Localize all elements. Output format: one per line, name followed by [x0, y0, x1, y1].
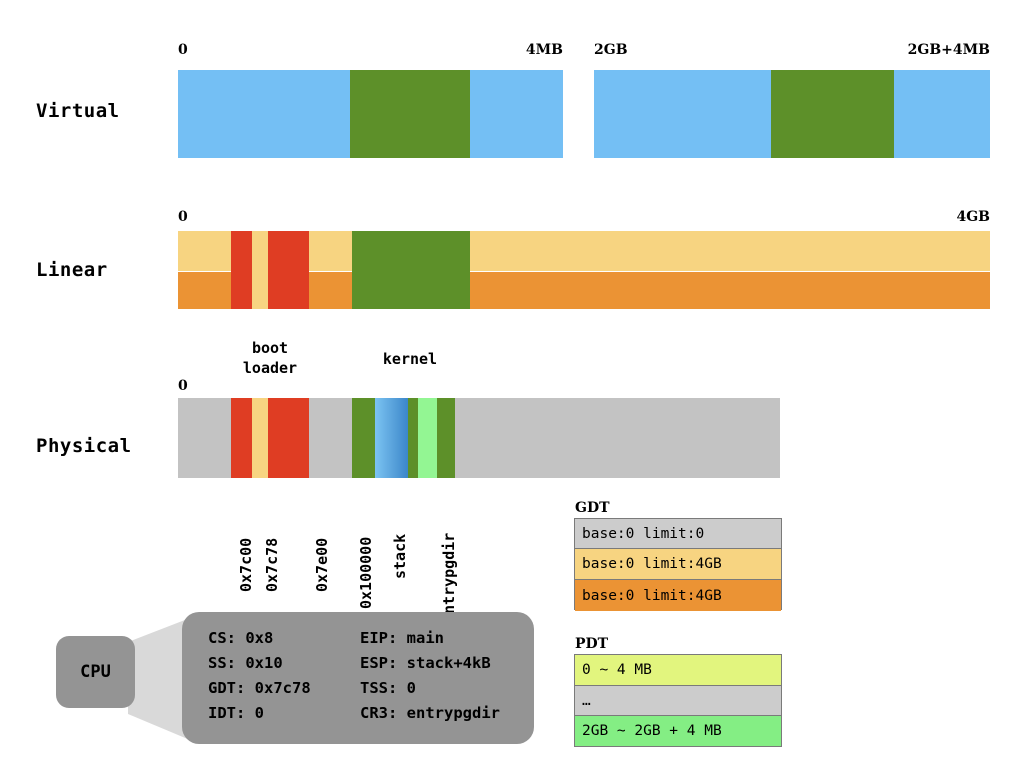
physical-marker-0x7c78: 0x7c78 [263, 537, 281, 592]
physical-marker-stack: stack [391, 533, 409, 579]
register-gdt: GDT: 0x7c78 [208, 679, 311, 697]
gdt-row-code-text: base:0 limit:4GB [582, 556, 722, 572]
cpu-register-box: CS: 0x8 EIP: main SS: 0x10 ESP: stack+4k… [182, 612, 534, 744]
gdt-table: base:0 limit:0 base:0 limit:4GB base:0 l… [574, 518, 782, 611]
pdt-row-low-text: 0 ~ 4 MB [582, 662, 652, 678]
pdt-row-ellipsis[interactable]: … [575, 686, 781, 716]
register-cs: CS: 0x8 [208, 629, 274, 647]
physical-start-label: 0 [178, 378, 188, 394]
physical-stack-segment [375, 398, 408, 478]
register-ss: SS: 0x10 [208, 654, 283, 672]
pdt-row-ellipsis-text: … [582, 692, 591, 709]
gdt-row-data[interactable]: base:0 limit:4GB [575, 580, 781, 611]
register-tss: TSS: 0 [360, 679, 416, 697]
physical-memory-bar [178, 398, 780, 478]
physical-marker-entrypgdir: entrypgdir [440, 532, 458, 623]
linear-start-label: 0 [178, 209, 188, 225]
gdt-row-null[interactable]: base:0 limit:0 [575, 519, 781, 549]
virtual-block2-end-label: 2GB+4MB [907, 42, 990, 58]
gdt-row-data-text: base:0 limit:4GB [582, 587, 722, 604]
register-idt: IDT: 0 [208, 704, 264, 722]
cpu-label: CPU [80, 662, 111, 682]
virtual-kernel-segment-2 [771, 70, 894, 158]
register-eip: EIP: main [360, 629, 444, 647]
row-label-linear: Linear [36, 259, 108, 281]
pdt-row-low[interactable]: 0 ~ 4 MB [575, 655, 781, 686]
pdt-row-high-text: 2GB ~ 2GB + 4 MB [582, 723, 722, 739]
virtual-block1-start-label: 0 [178, 42, 188, 58]
linear-end-label: 4GB [956, 209, 990, 225]
register-cr3: CR3: entrypgdir [360, 704, 500, 722]
physical-bootsector-segment [231, 398, 252, 478]
register-esp: ESP: stack+4kB [360, 654, 491, 672]
pdt-table: 0 ~ 4 MB … 2GB ~ 2GB + 4 MB [574, 654, 782, 747]
pdt-row-high[interactable]: 2GB ~ 2GB + 4 MB [575, 716, 781, 746]
row-label-physical: Physical [36, 435, 132, 457]
linear-bootloader-segment [268, 231, 309, 309]
virtual-block1-end-label: 4MB [525, 42, 563, 58]
physical-kernel-data-segment [408, 398, 418, 478]
row-label-virtual: Virtual [36, 100, 120, 122]
physical-marker-0x100000: 0x100000 [357, 536, 375, 609]
physical-kernel-text-segment [352, 398, 375, 478]
pdt-title: PDT [575, 636, 609, 652]
linear-gdt-gap-segment [252, 231, 268, 309]
virtual-kernel-segment-1 [350, 70, 470, 158]
linear-kernel-segment [352, 231, 470, 309]
physical-marker-0x7e00: 0x7e00 [313, 537, 331, 592]
physical-kernel-end-segment [437, 398, 455, 478]
gdt-row-code[interactable]: base:0 limit:4GB [575, 549, 781, 580]
cpu-box[interactable]: CPU [56, 636, 135, 708]
virtual-memory-bar-2 [594, 70, 990, 158]
virtual-block2-start-label: 2GB [594, 42, 628, 58]
physical-gdt-segment [252, 398, 268, 478]
gdt-title: GDT [575, 500, 610, 516]
diagram-canvas: Virtual Linear Physical 0 4MB 2GB 2GB+4M… [0, 0, 1024, 768]
callout-boot-loader: boot loader [242, 339, 298, 377]
physical-entrypgdir-segment [418, 398, 437, 478]
virtual-memory-bar-1 [178, 70, 563, 158]
gdt-row-null-text: base:0 limit:0 [582, 525, 705, 542]
physical-marker-0x7c00: 0x7c00 [237, 537, 255, 592]
linear-bootsector-segment [231, 231, 252, 309]
callout-kernel: kernel [382, 350, 438, 368]
physical-bootloader-segment [268, 398, 309, 478]
